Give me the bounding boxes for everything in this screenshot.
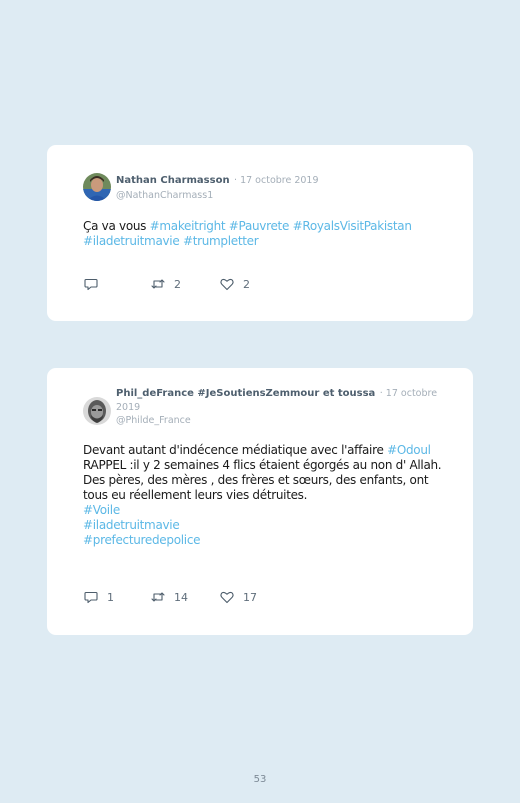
heart-icon <box>220 278 234 291</box>
tweet-date: · 17 octobre 2019 <box>234 175 319 186</box>
retweet-icon <box>151 279 165 289</box>
like-count: 2 <box>243 277 250 291</box>
hashtag-link[interactable]: #Voile <box>83 503 120 517</box>
tweet-text-line: Des pères, des mères , des frères et sœu… <box>83 473 429 502</box>
retweet-count: 2 <box>174 277 181 291</box>
hashtag-link[interactable]: #iladetruitmavie <box>83 234 180 248</box>
tweet-text: Ça va vous #makeitright #Pauvrete #Royal… <box>83 219 455 249</box>
tweet-text-line: Devant autant d'indécence médiatique ave… <box>83 443 388 457</box>
retweet-button[interactable]: 2 <box>150 276 181 292</box>
retweet-icon <box>151 592 165 602</box>
tweet-actions: 2 2 <box>83 276 473 292</box>
avatar[interactable] <box>83 397 111 425</box>
reply-button[interactable] <box>83 276 107 292</box>
tweet-card: Phil_deFrance #JeSoutiensZemmour et tous… <box>47 368 473 635</box>
tweet-text: Devant autant d'indécence médiatique ave… <box>83 443 455 548</box>
tweet-text-line: RAPPEL :il y 2 semaines 4 flics étaient … <box>83 458 442 472</box>
heart-icon <box>220 591 234 604</box>
reply-icon <box>84 278 98 291</box>
hashtag-link[interactable]: #Pauvrete <box>229 219 290 233</box>
retweet-button[interactable]: 14 <box>150 589 188 605</box>
like-count: 17 <box>243 590 257 604</box>
tweet-actions: 1 14 17 <box>83 589 473 605</box>
hashtag-link[interactable]: #trumpletter <box>183 234 259 248</box>
hashtag-link[interactable]: #RoyalsVisitPakistan <box>293 219 412 233</box>
reply-button[interactable]: 1 <box>83 589 114 605</box>
like-button[interactable]: 17 <box>219 589 257 605</box>
author-name[interactable]: Phil_deFrance #JeSoutiensZemmour et tous… <box>116 388 375 399</box>
hashtag-link[interactable]: #makeitright <box>150 219 226 233</box>
tweet-text-intro: Ça va vous <box>83 219 150 233</box>
tweet-card: Nathan Charmasson · 17 octobre 2019 @Nat… <box>47 145 473 321</box>
reply-icon <box>84 591 98 604</box>
reply-count: 1 <box>107 590 114 604</box>
like-button[interactable]: 2 <box>219 276 250 292</box>
hashtag-link[interactable]: #iladetruitmavie <box>83 518 180 532</box>
page-number: 53 <box>253 774 267 785</box>
author-handle[interactable]: @NathanCharmass1 <box>116 189 453 202</box>
avatar[interactable] <box>83 173 111 201</box>
hashtag-link[interactable]: #prefecturedepolice <box>83 533 201 547</box>
hashtag-link[interactable]: #Odoul <box>387 443 431 457</box>
author-handle[interactable]: @Philde_France <box>116 414 453 427</box>
retweet-count: 14 <box>174 590 188 604</box>
author-name[interactable]: Nathan Charmasson <box>116 175 230 186</box>
